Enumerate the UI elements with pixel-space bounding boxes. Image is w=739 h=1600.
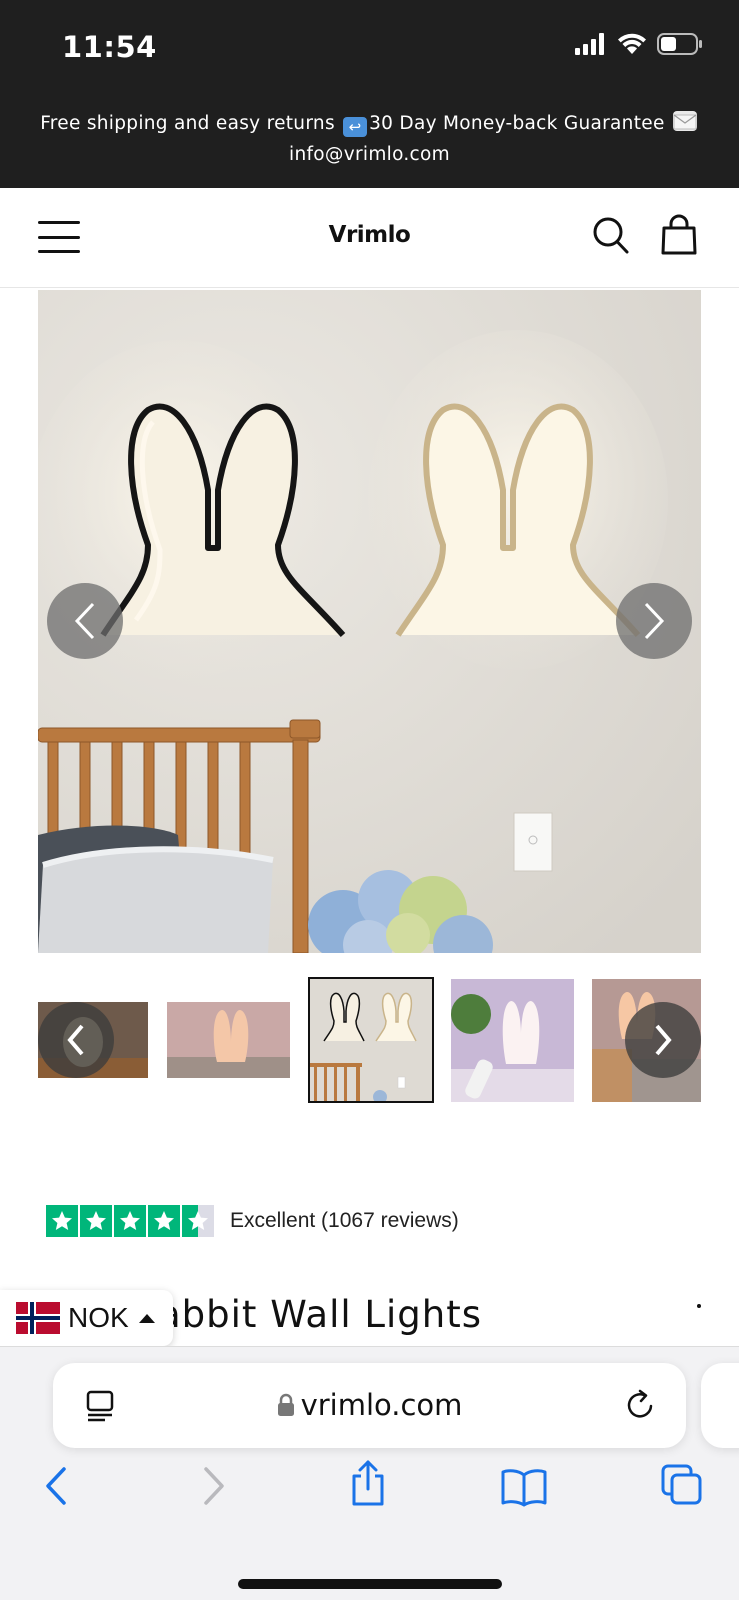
url-text: vrimlo.com	[300, 1388, 463, 1422]
half-star-icon	[182, 1205, 214, 1237]
signal-icon	[575, 33, 604, 55]
review-summary: Excellent (1067 reviews)	[230, 1209, 459, 1232]
announcement-bar: Free shipping and easy returns ↩ 30 Day M…	[0, 95, 739, 188]
announcement-guarantee: 30 Day Money-back Guarantee	[369, 113, 665, 134]
address-bar[interactable]: vrimlo.com	[53, 1363, 686, 1448]
chevron-right-icon	[644, 602, 665, 640]
url-display: vrimlo.com	[53, 1388, 686, 1422]
back-icon[interactable]	[42, 1465, 70, 1507]
bookmarks-icon[interactable]	[500, 1467, 548, 1507]
currency-code: NOK	[68, 1302, 129, 1333]
forward-icon[interactable]	[200, 1465, 228, 1507]
site-header: Vrimlo	[0, 188, 739, 288]
thumbnail-2[interactable]	[167, 1002, 290, 1078]
battery-icon	[657, 33, 702, 55]
thumbnails-prev-button[interactable]	[38, 1002, 114, 1078]
announcement-email[interactable]: info@vrimlo.com	[0, 139, 739, 170]
chevron-left-icon	[74, 602, 95, 640]
thumbnail-4[interactable]	[451, 979, 574, 1102]
star-icon	[114, 1205, 146, 1237]
currency-selector[interactable]: NOK	[0, 1290, 173, 1346]
caret-up-icon	[138, 1313, 155, 1323]
star-icon	[80, 1205, 112, 1237]
announcement-shipping: Free shipping and easy returns	[40, 113, 335, 134]
status-icons	[575, 33, 703, 55]
thumbnails-next-button[interactable]	[625, 1002, 701, 1078]
next-tab-peek[interactable]	[701, 1363, 739, 1448]
shopping-bag-icon[interactable]	[660, 214, 698, 256]
norway-flag-icon	[16, 1302, 60, 1334]
chevron-left-icon	[67, 1024, 84, 1056]
gallery-prev-button[interactable]	[47, 583, 123, 659]
star-icon	[46, 1205, 78, 1237]
tabs-icon[interactable]	[660, 1463, 704, 1507]
return-arrow-icon: ↩	[343, 117, 368, 137]
thumbnail-strip	[0, 975, 739, 1105]
lock-icon	[277, 1393, 294, 1416]
search-icon[interactable]	[592, 216, 630, 256]
envelope-icon	[672, 111, 697, 131]
home-indicator[interactable]	[238, 1579, 502, 1589]
browser-chrome: vrimlo.com	[0, 1346, 739, 1600]
trustpilot-rating[interactable]: Excellent (1067 reviews)	[46, 1205, 459, 1237]
status-bar: 11:54	[0, 0, 739, 95]
status-time: 11:54	[62, 30, 157, 64]
wifi-icon	[618, 33, 646, 54]
product-main-image[interactable]	[38, 290, 701, 953]
reload-icon[interactable]	[625, 1388, 657, 1422]
star-icon	[148, 1205, 180, 1237]
share-icon[interactable]	[348, 1459, 388, 1507]
rabbit-lights-photo	[38, 290, 701, 953]
chevron-right-icon	[655, 1024, 672, 1056]
product-title: abbit Wall Lights	[158, 1293, 483, 1336]
rating-stars	[46, 1205, 214, 1237]
thumbnail-3-active[interactable]	[308, 977, 434, 1103]
gallery-next-button[interactable]	[616, 583, 692, 659]
dot-indicator	[697, 1304, 701, 1308]
